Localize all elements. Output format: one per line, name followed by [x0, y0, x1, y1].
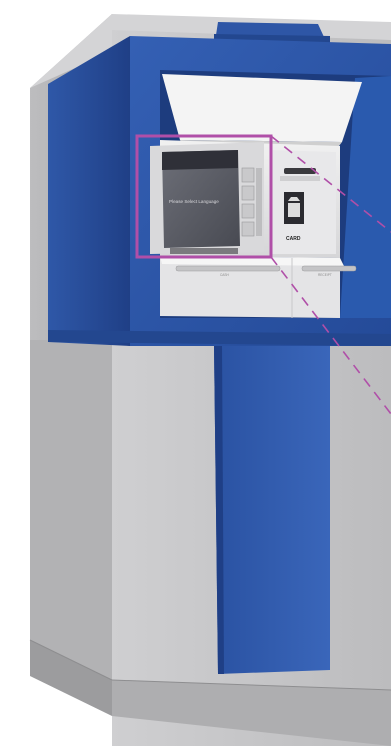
receipt-slot[interactable]	[301, 265, 357, 272]
screen-message: Please Select Language	[169, 199, 219, 204]
function-key-3[interactable]	[241, 203, 255, 219]
atm-scene: Please Select Language CARD CASH RECEIPT	[29, 14, 391, 746]
atm-hood	[162, 74, 362, 142]
function-key-5[interactable]	[256, 168, 262, 236]
cash-dispenser-slot[interactable]	[175, 265, 281, 272]
cash-slot-label: CASH	[220, 273, 230, 277]
function-key-1[interactable]	[241, 167, 255, 183]
receipt-slot-label: RECEIPT	[318, 273, 332, 277]
card-slot-lip	[280, 176, 320, 181]
atm-screen-top-band	[162, 150, 238, 170]
card-label: CARD	[286, 236, 301, 242]
function-key-4[interactable]	[241, 221, 255, 237]
atm-front-pillar	[214, 346, 330, 674]
function-key-2[interactable]	[241, 185, 255, 201]
atm-fascia-side	[48, 36, 130, 346]
keypad-strip[interactable]	[170, 248, 238, 254]
card-icon-body	[288, 203, 300, 217]
